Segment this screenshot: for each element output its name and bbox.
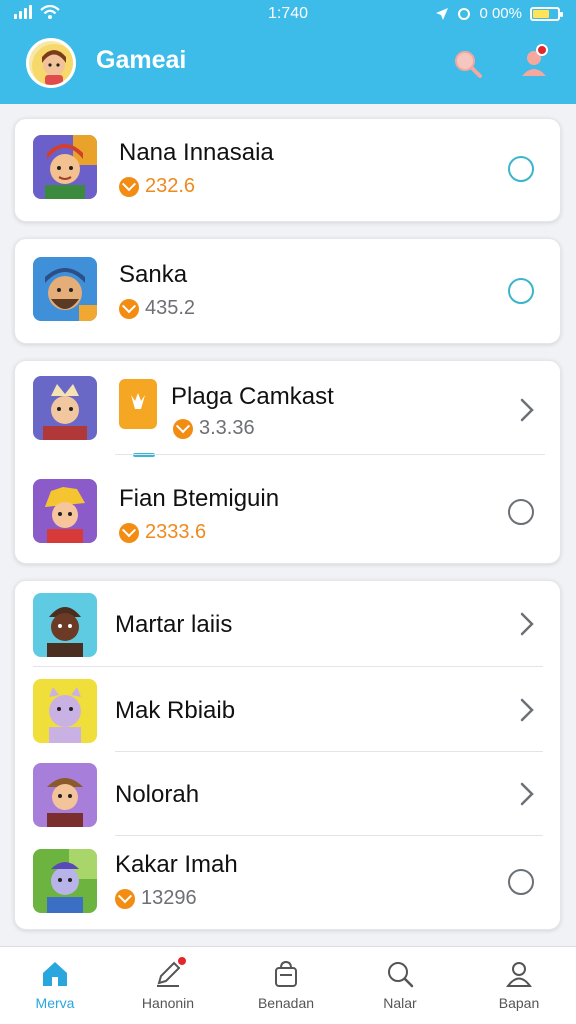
tab-label: Merva [35,995,75,1011]
home-icon [43,962,67,986]
tab-profile[interactable]: Bapan [469,947,569,1024]
player-name: Nana Innasaia [119,139,274,166]
player-score: 435.2 [119,297,195,320]
player-avatar [33,679,97,743]
player-avatar [33,593,97,657]
list-item[interactable]: Kakar Imah 13296 [15,835,562,929]
chevron-right-icon[interactable] [517,397,537,423]
notification-badge [536,44,548,56]
app-header: 1:740 0 00% Gameai [0,0,576,104]
player-card-4: Martar laiis Mak Rbiaib Nolorah Kakar Im… [14,580,561,930]
app-title: Gameai [96,46,187,74]
player-avatar [33,257,97,321]
divider [115,454,545,455]
list-item[interactable]: Nolorah [15,751,562,835]
player-avatar [33,376,97,440]
status-bar: 1:740 0 00% [0,0,576,30]
profile-button[interactable] [518,44,554,80]
tab-label: Benadan [257,995,315,1011]
tab-label: Bapan [498,995,540,1011]
tab-label: Nalar [383,995,417,1011]
player-name: Kakar Imah [115,851,238,878]
coin-icon [173,418,193,439]
search-icon [388,962,414,988]
battery-percent: 0 00% [479,5,522,22]
chevron-right-icon[interactable] [517,697,537,723]
player-avatar [33,135,97,199]
chevron-right-icon[interactable] [517,611,537,637]
coin-icon [119,176,139,197]
coin-icon [119,522,139,543]
player-name: Plaga Camkast [171,383,334,410]
select-radio[interactable] [508,278,534,304]
player-name: Nolorah [115,781,200,808]
chevron-right-icon[interactable] [517,781,537,807]
player-score: 2333.6 [119,521,206,544]
trophy-badge-icon [119,379,157,429]
list-item[interactable]: Martar laiis [15,581,562,667]
bottom-tab-bar: Merva Hanonin Benadan Nalar Bapan [0,946,576,1024]
player-avatar [33,849,97,913]
player-card-1: Nana Innasaia 232.6 [14,118,561,222]
list-item[interactable]: Plaga Camkast 3.3.36 [15,361,562,455]
rotation-lock-icon [458,7,471,20]
tab-home[interactable]: Merva [5,947,105,1024]
coin-icon [115,888,135,909]
app-logo-avatar[interactable] [26,38,76,88]
player-name: Sanka [119,261,188,288]
select-radio[interactable] [508,869,534,895]
location-icon [436,7,449,20]
player-name: Martar laiis [115,611,233,638]
player-score: 232.6 [119,175,195,198]
tab-search[interactable]: Nalar [350,947,450,1024]
battery-icon [530,6,563,21]
player-name: Fian Btemiguin [119,485,280,512]
player-avatar [33,479,97,543]
search-icon[interactable] [452,48,484,80]
notification-badge [176,955,188,967]
player-avatar [33,763,97,827]
player-name: Mak Rbiaib [115,697,236,724]
tab-edit[interactable]: Hanonin [118,947,218,1024]
coin-icon [119,298,139,319]
tab-label: Hanonin [141,995,195,1011]
bag-icon [275,960,297,987]
player-card-3: Plaga Camkast 3.3.36 Fian Btemiguin 2333… [14,360,561,564]
list-item[interactable]: Nana Innasaia 232.6 [15,119,562,223]
player-score: 13296 [115,887,197,910]
tab-bag[interactable]: Benadan [236,947,336,1024]
player-score: 3.3.36 [173,417,255,440]
list-item[interactable]: Mak Rbiaib [15,667,562,751]
player-card-2: Sanka 435.2 [14,238,561,344]
profile-icon [506,962,532,987]
list-item[interactable]: Sanka 435.2 [15,239,562,345]
list-item[interactable]: Fian Btemiguin 2333.6 [15,457,562,563]
select-radio[interactable] [508,499,534,525]
select-radio[interactable] [508,156,534,182]
